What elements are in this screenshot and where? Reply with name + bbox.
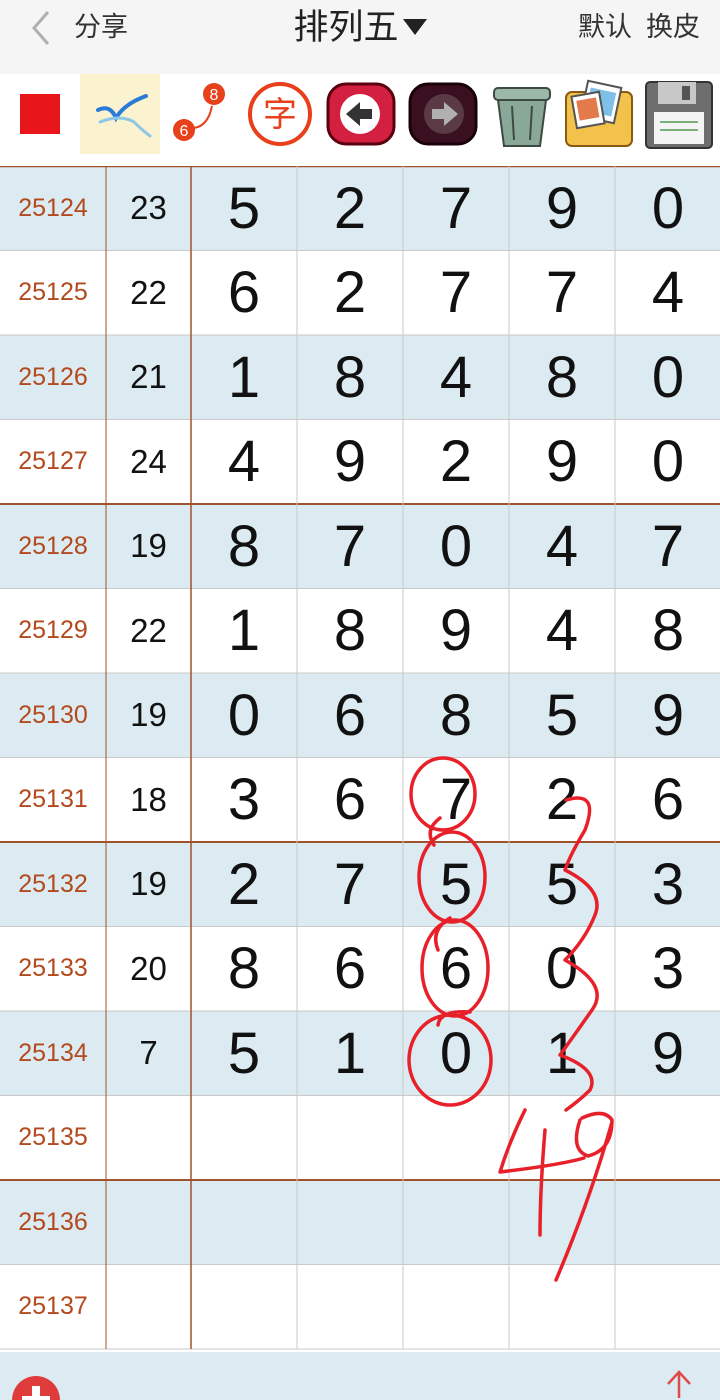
trash-icon <box>493 87 551 147</box>
path-to-label: 8 <box>210 87 219 104</box>
color-picker-tool[interactable] <box>0 74 80 154</box>
path-tool[interactable]: 8 6 <box>160 74 240 154</box>
back-arrow-icon <box>326 82 396 146</box>
back-chevron-icon[interactable] <box>24 8 64 48</box>
drawing-toolbar: 8 6 字 <box>0 74 720 156</box>
bottom-bar <box>0 1352 720 1400</box>
forward-arrow-icon <box>408 82 478 146</box>
path-from-label: 6 <box>180 123 189 140</box>
text-tool[interactable]: 字 <box>240 74 320 154</box>
grid-lines <box>0 166 720 1350</box>
save-disk-icon <box>645 81 713 149</box>
path-6-8-icon: 8 6 <box>173 83 225 141</box>
share-button[interactable]: 分享 <box>74 10 128 46</box>
lottery-type-selector[interactable]: 排列五 <box>293 8 427 48</box>
char-glyph: 字 <box>263 95 297 135</box>
default-button[interactable]: 默认 <box>578 10 632 46</box>
clear-button[interactable] <box>484 74 560 154</box>
title-label: 排列五 <box>293 8 399 48</box>
top-bar: 分享 排列五 默认 换皮 <box>0 0 720 74</box>
red-square-icon <box>20 94 60 134</box>
arrow-up-icon <box>667 1370 691 1398</box>
open-image-button[interactable] <box>560 74 640 154</box>
pen-check-icon <box>96 94 152 138</box>
char-icon: 字 <box>248 82 312 146</box>
redo-button[interactable] <box>404 74 484 154</box>
undo-button[interactable] <box>322 74 402 154</box>
caret-down-icon <box>402 19 427 35</box>
save-button[interactable] <box>640 74 720 154</box>
photo-folder-icon <box>565 79 633 147</box>
scroll-top-button[interactable] <box>664 1368 694 1400</box>
change-skin-button[interactable]: 换皮 <box>646 10 700 46</box>
pen-tool[interactable] <box>80 74 160 154</box>
add-button[interactable] <box>12 1376 60 1400</box>
